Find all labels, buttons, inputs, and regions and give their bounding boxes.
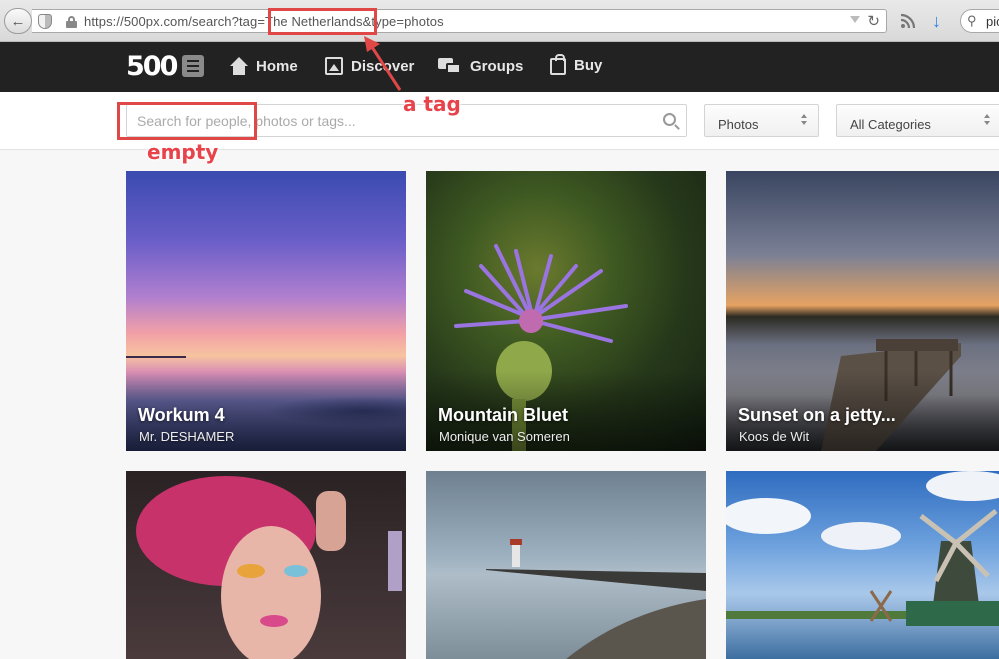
photo-card[interactable]: Sunset on a jetty... Koos de Wit	[726, 171, 999, 451]
photo-card[interactable]	[426, 471, 706, 659]
shield-icon	[38, 14, 52, 29]
lock-icon	[66, 16, 77, 28]
search-icon: ⚲	[967, 13, 977, 28]
portrait-graphic	[136, 476, 402, 659]
nav-groups-label: Groups	[470, 57, 524, 75]
photo-card[interactable]	[726, 471, 999, 659]
photo-card[interactable]: Workum 4 Mr. DESHAMER	[126, 171, 406, 451]
annotation-arrow-icon	[364, 36, 402, 91]
tag-annotation-box	[268, 8, 377, 35]
reload-icon[interactable]: ↻	[867, 12, 880, 30]
search-icon[interactable]	[663, 113, 676, 126]
chat-icon	[438, 57, 462, 75]
nav-buy[interactable]: Buy	[550, 54, 603, 75]
browser-toolbar: ← https://500px.com/search?tag=The Nethe…	[0, 0, 999, 42]
windmill-graphic	[726, 471, 999, 626]
url-text[interactable]: https://500px.com/search?tag=The Netherl…	[84, 14, 444, 29]
rss-icon[interactable]	[900, 13, 916, 29]
nav-home[interactable]: Home	[230, 57, 298, 75]
photo-title[interactable]: Workum 4	[138, 405, 225, 426]
image-icon	[325, 57, 343, 75]
type-select[interactable]: Photos	[704, 104, 819, 137]
dropdown-arrow-icon[interactable]	[850, 16, 860, 23]
photo-title[interactable]: Mountain Bluet	[438, 405, 568, 426]
photo-card[interactable]: Mountain Bluet Monique van Someren	[426, 171, 706, 451]
photo-author[interactable]: Koos de Wit	[739, 429, 809, 444]
address-bar[interactable]: https://500px.com/search?tag=The Netherl…	[32, 9, 887, 33]
select-arrows-icon	[984, 114, 991, 128]
download-icon[interactable]: ↓	[932, 11, 941, 32]
nav-home-label: Home	[256, 57, 298, 75]
photo-title[interactable]: Sunset on a jetty...	[738, 405, 896, 426]
empty-annotation-label: empty	[147, 140, 219, 164]
back-arrow-icon[interactable]: ←	[4, 8, 32, 34]
browser-search-field[interactable]: ⚲ pic	[960, 9, 999, 33]
category-select-value: All Categories	[850, 117, 931, 132]
photo-card[interactable]	[126, 471, 406, 659]
shopping-bag-icon	[550, 54, 566, 75]
photo-author[interactable]: Monique van Someren	[439, 429, 570, 444]
category-select[interactable]: All Categories	[836, 104, 999, 137]
menu-icon[interactable]	[182, 55, 205, 77]
browser-search-text: pic	[986, 14, 999, 29]
logo-text: 500	[126, 50, 178, 82]
photo-author[interactable]: Mr. DESHAMER	[139, 429, 234, 444]
lighthouse-graphic	[486, 539, 706, 659]
logo[interactable]: 500	[126, 50, 205, 82]
nav-groups[interactable]: Groups	[438, 57, 523, 75]
site-navbar: 500 Home Discover Groups Buy	[0, 42, 999, 92]
select-arrows-icon	[801, 114, 808, 128]
type-select-value: Photos	[718, 117, 759, 132]
nav-buy-label: Buy	[574, 57, 603, 74]
tag-annotation-label: a tag	[403, 92, 461, 116]
home-icon	[230, 57, 248, 75]
empty-annotation-box	[117, 102, 257, 140]
